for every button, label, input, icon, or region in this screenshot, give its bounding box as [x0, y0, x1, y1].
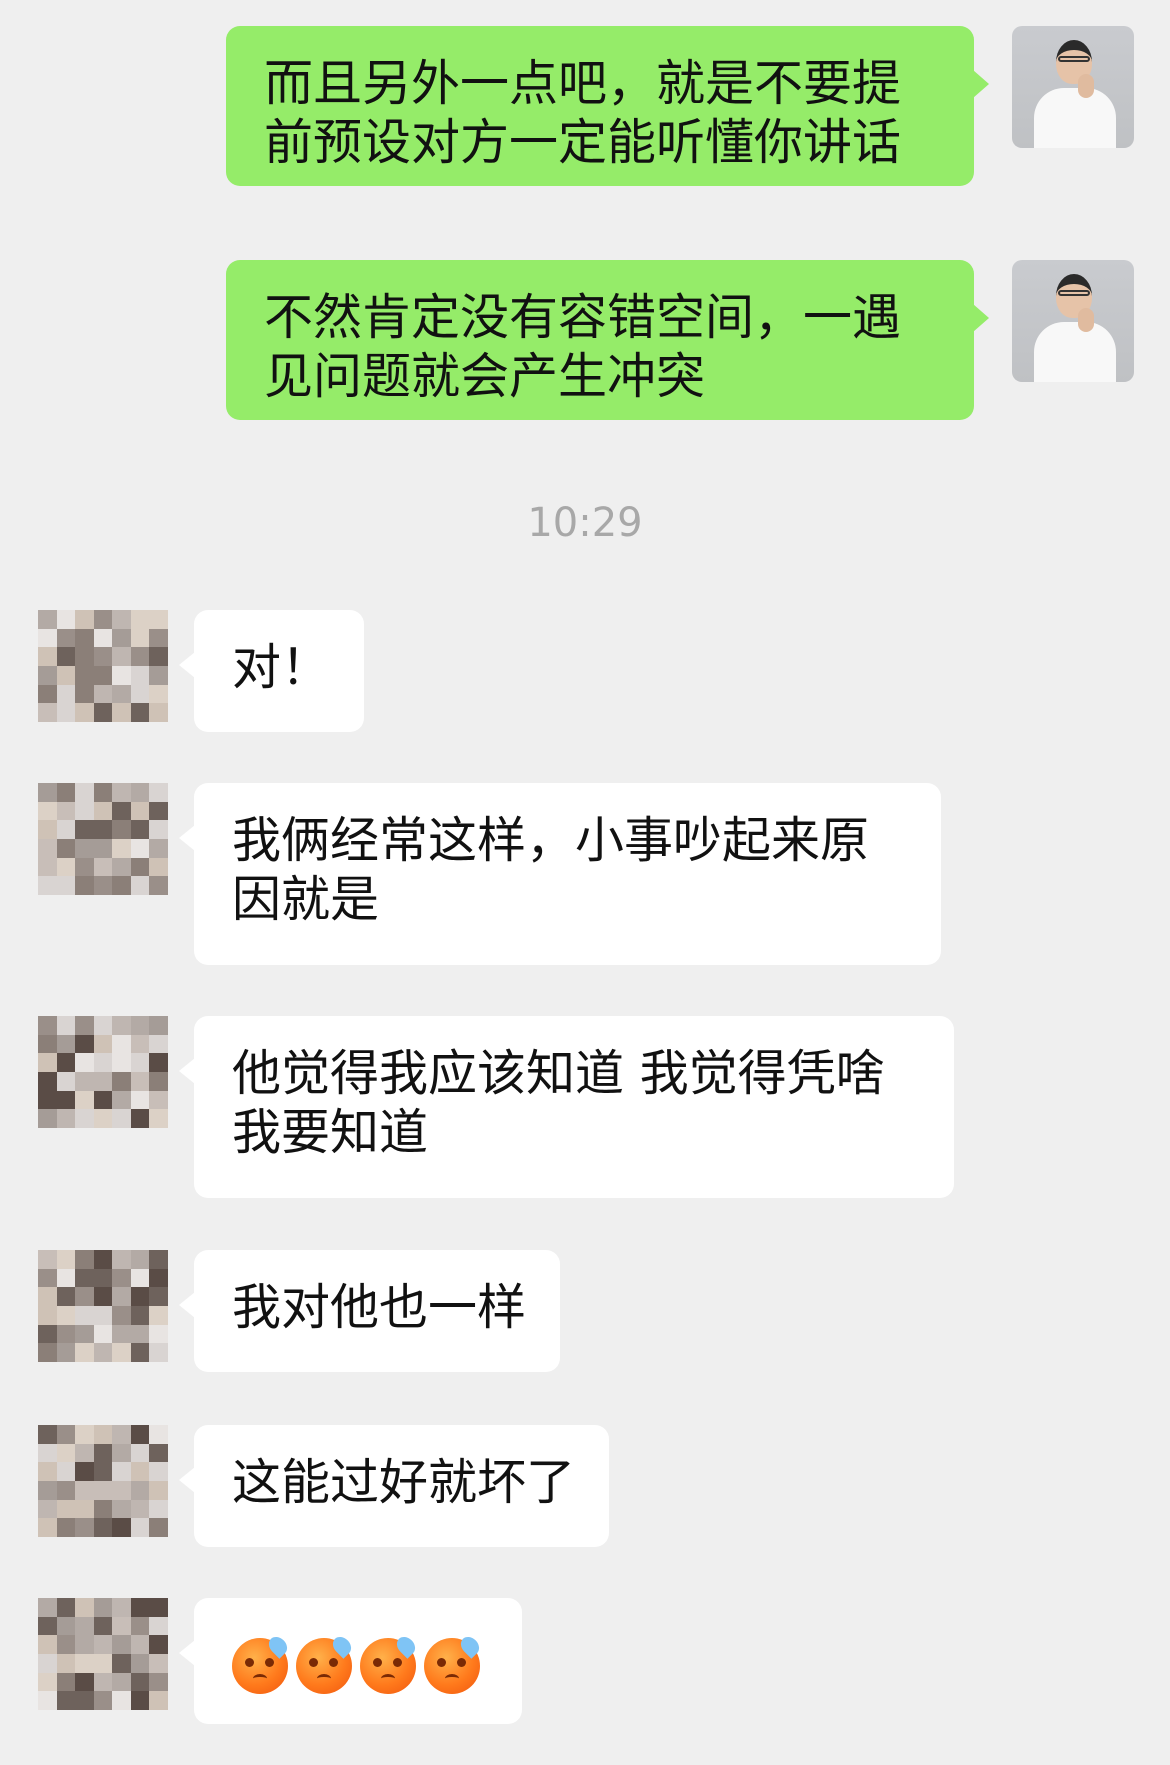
sweat-frown-emoji-icon	[360, 1632, 419, 1694]
message-row-outgoing: 不然肯定没有容错空间，一遇见问题就会产生冲突	[226, 260, 1134, 420]
message-row-incoming: 对！	[38, 610, 365, 732]
message-row-incoming	[38, 1598, 522, 1724]
message-bubble-incoming[interactable]: 我俩经常这样，小事吵起来原因就是	[179, 783, 941, 965]
sweat-frown-emoji-icon	[232, 1632, 291, 1694]
avatar-contact-pixelated[interactable]	[38, 1250, 168, 1362]
message-bubble-incoming[interactable]: 对！	[178, 610, 365, 732]
message-bubble-outgoing[interactable]: 而且另外一点吧，就是不要提前预设对方一定能听懂你讲话	[226, 26, 989, 186]
message-bubble-incoming[interactable]	[179, 1598, 522, 1724]
avatar-me[interactable]	[1012, 260, 1134, 382]
message-row-incoming: 我俩经常这样，小事吵起来原因就是	[38, 783, 941, 965]
message-row-incoming: 他觉得我应该知道 我觉得凭啥我要知道	[38, 1016, 954, 1198]
avatar-contact-pixelated[interactable]	[38, 1425, 168, 1537]
message-text: 我俩经常这样，小事吵起来原因就是	[232, 812, 870, 928]
avatar-me[interactable]	[1012, 26, 1134, 148]
message-row-incoming: 这能过好就坏了	[38, 1425, 610, 1547]
message-row-incoming: 我对他也一样	[38, 1250, 561, 1372]
message-bubble-incoming[interactable]: 他觉得我应该知道 我觉得凭啥我要知道	[179, 1016, 954, 1198]
avatar-contact-pixelated[interactable]	[38, 1598, 168, 1710]
message-text: 我对他也一样	[232, 1279, 527, 1336]
sweat-frown-emoji-icon	[296, 1632, 355, 1694]
avatar-contact-pixelated[interactable]	[38, 610, 168, 722]
avatar-contact-pixelated[interactable]	[38, 1016, 168, 1128]
message-text: 不然肯定没有容错空间，一遇见问题就会产生冲突	[264, 289, 902, 405]
chat-window: 而且另外一点吧，就是不要提前预设对方一定能听懂你讲话 不然肯定没有容错空间，一遇…	[0, 0, 1170, 1765]
avatar-contact-pixelated[interactable]	[38, 783, 168, 895]
message-row-outgoing: 而且另外一点吧，就是不要提前预设对方一定能听懂你讲话	[226, 26, 1134, 186]
timestamp: 10:29	[527, 500, 643, 546]
message-text: 而且另外一点吧，就是不要提前预设对方一定能听懂你讲话	[264, 55, 902, 171]
message-text: 这能过好就坏了	[232, 1454, 576, 1511]
message-bubble-incoming[interactable]: 我对他也一样	[178, 1250, 561, 1372]
message-text: 对！	[232, 639, 331, 696]
message-bubble-incoming[interactable]: 这能过好就坏了	[178, 1425, 610, 1547]
message-bubble-outgoing[interactable]: 不然肯定没有容错空间，一遇见问题就会产生冲突	[226, 260, 989, 420]
sweat-frown-emoji-icon	[424, 1632, 483, 1694]
message-text: 他觉得我应该知道 我觉得凭啥我要知道	[232, 1045, 885, 1161]
